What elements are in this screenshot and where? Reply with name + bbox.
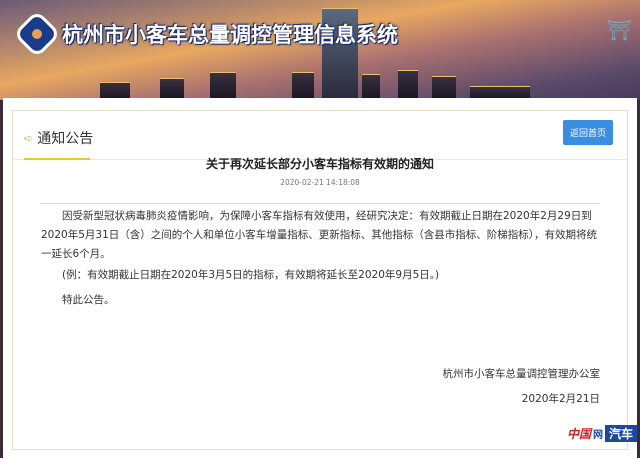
watermark-part: 网 [592,430,603,441]
header-banner [0,0,640,100]
watermark-part: 汽车 [604,425,637,442]
notice-body: 因受新型冠状病毒肺炎疫情影响，为保障小客车指标有效使用，经研究决定：有效期截止日… [41,207,601,310]
notice-example: (例：有效期截止日期在2020年3月5日的指标，有效期将延长至2020年9月5日… [62,269,440,281]
notice-signature: 杭州市小客车总量调控管理办公室 [442,368,601,380]
notice-closing: 特此公告。 [62,294,115,306]
notice-paragraph: 因受新型冠状病毒肺炎疫情影响，为保障小客车指标有效使用，经研究决定：有效期截止日… [41,210,598,260]
watermark-logo: 中国 网 汽车 [567,425,637,442]
section-title: 通知公告 [37,131,94,147]
title-divider [40,203,600,204]
back-home-button[interactable]: 返回首页 [563,120,613,145]
section-header: ➪ 通知公告 [24,128,93,148]
notice-date: 2020年2月21日 [521,393,600,405]
notice-title: 关于再次延长部分小客车指标有效期的通知 [205,157,434,171]
arrow-right-icon: ➪ [24,131,34,145]
hangzhou-emblem-icon: ⛩ [606,18,632,42]
notice-timestamp: 2020-02-21 14:18:08 [280,178,360,187]
system-title: 杭州市小客车总量调控管理信息系统 [62,23,398,47]
watermark-part: 中国 [566,427,591,441]
